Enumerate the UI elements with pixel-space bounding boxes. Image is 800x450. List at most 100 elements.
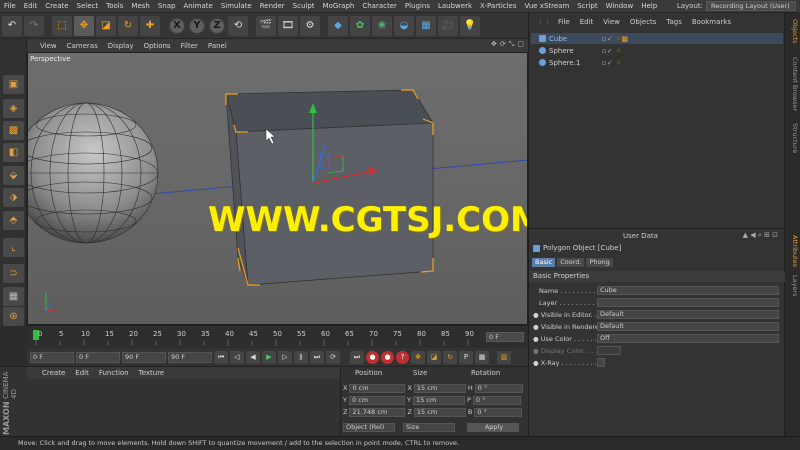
coordinate-system-icon[interactable]: ⟲ bbox=[228, 15, 248, 36]
coordinate-mode-dropdown[interactable]: Object (Rel) bbox=[343, 422, 395, 432]
position-x-field[interactable]: 0 cm bbox=[349, 383, 406, 393]
menu-window[interactable]: Window bbox=[602, 2, 638, 10]
menu-edit[interactable]: Edit bbox=[20, 2, 42, 10]
attribute-nav-icons[interactable]: ▲ ◀ ⌕ ⊞ ⊡ bbox=[743, 231, 778, 240]
object-menu-view[interactable]: View bbox=[598, 18, 625, 26]
position-y-field[interactable]: 0 cm bbox=[348, 395, 405, 405]
object-row-cube[interactable]: Cube ▫✓ ⁘▩ bbox=[531, 33, 783, 44]
object-menu-objects[interactable]: Objects bbox=[625, 18, 661, 26]
menu-character[interactable]: Character bbox=[358, 2, 401, 10]
next-frame-icon[interactable]: ▷ bbox=[278, 350, 292, 364]
material-tag-icon[interactable]: ⁘▩ bbox=[616, 35, 628, 43]
z-axis-lock-button[interactable]: Z bbox=[208, 16, 226, 35]
viewport-menu-display[interactable]: Display bbox=[103, 42, 139, 50]
key-pla-icon[interactable]: ▦ bbox=[475, 350, 489, 364]
xray-checkbox[interactable] bbox=[597, 358, 605, 367]
end-frame-field[interactable]: 90 F bbox=[168, 351, 212, 363]
live-selection-icon[interactable]: ⬚ bbox=[52, 15, 72, 36]
visible-in-renderer-dropdown[interactable]: Default bbox=[597, 322, 779, 331]
object-row-sphere-1[interactable]: Sphere.1 ▫✓ ⁘ bbox=[531, 57, 783, 68]
tab-structure[interactable]: Structure bbox=[787, 123, 799, 153]
menu-sculpt[interactable]: Sculpt bbox=[289, 2, 319, 10]
x-axis-lock-button[interactable]: X bbox=[168, 16, 186, 35]
render-view-icon[interactable]: 🎬 bbox=[256, 15, 276, 36]
cloner-icon[interactable]: ❀ bbox=[372, 15, 392, 36]
size-x-field[interactable]: 15 cm bbox=[413, 383, 466, 393]
menu-simulate[interactable]: Simulate bbox=[217, 2, 256, 10]
render-settings-icon[interactable]: ⚙ bbox=[300, 15, 320, 36]
menu-render[interactable]: Render bbox=[256, 2, 289, 10]
visibility-toggle-icon[interactable]: ▫✓ bbox=[602, 47, 613, 55]
object-row-sphere[interactable]: Sphere ▫✓ ⁘ bbox=[531, 45, 783, 56]
object-menu-file[interactable]: File bbox=[553, 18, 575, 26]
rotation-p-field[interactable]: 0 ° bbox=[472, 395, 521, 405]
rotation-b-field[interactable]: 0 ° bbox=[474, 407, 523, 417]
menu-file[interactable]: File bbox=[0, 2, 20, 10]
attribute-menu-user-data[interactable]: User Data bbox=[623, 232, 658, 240]
viewport-menu-view[interactable]: View bbox=[35, 42, 62, 50]
menu-select[interactable]: Select bbox=[73, 2, 103, 10]
viewport-rotate-icon[interactable]: ⟳ bbox=[500, 40, 506, 49]
axis-mode-icon[interactable]: ⌞ bbox=[3, 238, 24, 257]
tab-content-browser[interactable]: Content Browser bbox=[787, 57, 799, 111]
menu-plugins[interactable]: Plugins bbox=[401, 2, 434, 10]
rotate-tool-icon[interactable]: ↻ bbox=[118, 15, 138, 36]
menu-help[interactable]: Help bbox=[637, 2, 661, 10]
rotation-h-field[interactable]: 0 ° bbox=[474, 383, 523, 393]
apply-button[interactable]: Apply bbox=[467, 422, 519, 432]
viewport-menu-options[interactable]: Options bbox=[139, 42, 176, 50]
attribute-tab-phong[interactable]: Phong bbox=[586, 258, 613, 267]
make-editable-icon[interactable]: ▣ bbox=[3, 75, 24, 94]
viewport-toggle-icon[interactable]: ▢ bbox=[517, 40, 524, 49]
material-menu-texture[interactable]: Texture bbox=[134, 369, 170, 377]
previous-frame-icon[interactable]: ◀ bbox=[246, 350, 260, 364]
tab-layers[interactable]: Layers bbox=[787, 275, 799, 297]
y-axis-lock-button[interactable]: Y bbox=[188, 16, 206, 35]
material-menu-function[interactable]: Function bbox=[94, 369, 134, 377]
planar-workplane-icon[interactable]: ⊛ bbox=[3, 307, 24, 326]
keyframe-selection-icon[interactable]: ? bbox=[396, 350, 409, 364]
phong-tag-icon[interactable]: ⁘ bbox=[616, 47, 622, 55]
record-icon[interactable]: ● bbox=[366, 350, 379, 364]
redo-icon[interactable]: ↷ bbox=[24, 15, 44, 36]
position-z-field[interactable]: 21.748 cm bbox=[349, 407, 406, 417]
recent-tool-icon[interactable]: ✚ bbox=[140, 15, 160, 36]
scale-tool-icon[interactable]: ◪ bbox=[96, 15, 116, 36]
key-scale-icon[interactable]: ◪ bbox=[427, 350, 441, 364]
workplane-icon[interactable]: ◧ bbox=[3, 143, 24, 162]
phong-tag-icon[interactable]: ⁘ bbox=[616, 59, 622, 67]
menu-mesh[interactable]: Mesh bbox=[127, 2, 153, 10]
menu-tools[interactable]: Tools bbox=[102, 2, 127, 10]
layout-dropdown[interactable]: Recording Layout (User) bbox=[706, 1, 796, 11]
deformer-icon[interactable]: ◒ bbox=[394, 15, 414, 36]
material-menu-create[interactable]: Create bbox=[37, 369, 70, 377]
menu-mograph[interactable]: MoGraph bbox=[319, 2, 359, 10]
visible-in-editor-dropdown[interactable]: Default bbox=[597, 310, 779, 319]
start-frame-field[interactable]: 0 F bbox=[30, 351, 74, 363]
key-position-icon[interactable]: ✥ bbox=[411, 350, 425, 364]
menu-script[interactable]: Script bbox=[573, 2, 601, 10]
use-color-dropdown[interactable]: Off bbox=[597, 334, 779, 343]
autokey-icon[interactable]: ● bbox=[381, 350, 394, 364]
loop-icon[interactable]: ⟳ bbox=[326, 350, 340, 364]
timeline-window-icon[interactable]: ▥ bbox=[497, 350, 511, 364]
tab-attributes[interactable]: Attributes bbox=[787, 235, 799, 267]
preview-end-field[interactable]: 90 F bbox=[122, 351, 166, 363]
object-menu-edit[interactable]: Edit bbox=[575, 18, 599, 26]
object-menu-bookmarks[interactable]: Bookmarks bbox=[687, 18, 736, 26]
camera-icon[interactable]: 🎥 bbox=[438, 15, 458, 36]
move-tool-icon[interactable]: ✥ bbox=[74, 15, 94, 36]
floor-icon[interactable]: ▦ bbox=[416, 15, 436, 36]
preview-start-field[interactable]: 0 F bbox=[76, 351, 120, 363]
play-icon[interactable]: ▶ bbox=[262, 350, 276, 364]
menu-vue-xstream[interactable]: Vue xStream bbox=[521, 2, 574, 10]
texture-mode-icon[interactable]: ▩ bbox=[3, 121, 24, 140]
viewport-menu-cameras[interactable]: Cameras bbox=[62, 42, 103, 50]
size-z-field[interactable]: 15 cm bbox=[413, 407, 466, 417]
tab-objects[interactable]: Objects bbox=[787, 19, 799, 44]
size-mode-dropdown[interactable]: Size bbox=[403, 422, 455, 432]
viewport-move-icon[interactable]: ✥ bbox=[491, 40, 497, 49]
display-color-swatch[interactable] bbox=[597, 346, 621, 355]
end-marker-icon[interactable]: ⏭ bbox=[350, 350, 364, 364]
current-frame-field[interactable]: 0 F bbox=[486, 332, 524, 342]
